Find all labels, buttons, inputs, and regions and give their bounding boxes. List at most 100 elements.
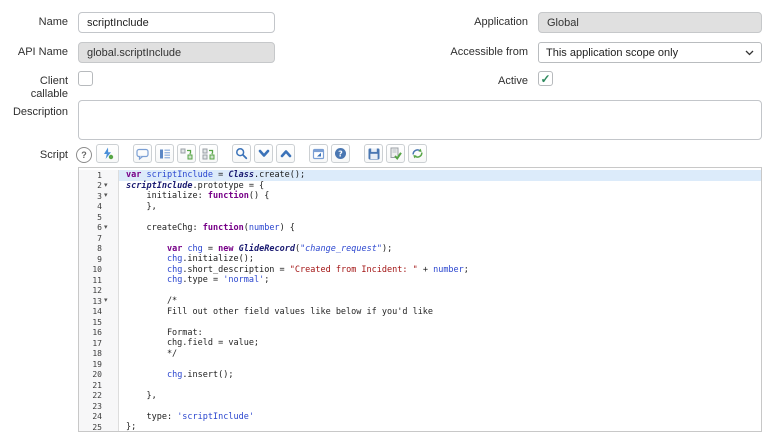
line-number: 21 (79, 381, 102, 390)
format-code-button[interactable] (155, 144, 174, 163)
toggle-comment-button[interactable] (133, 144, 152, 163)
fold-toggle-icon[interactable]: ▾ (102, 223, 117, 234)
code-token: Fill out other field values like below i… (126, 307, 433, 317)
code-line[interactable]: createChg: function(number) { (119, 223, 761, 234)
code-token (126, 265, 167, 275)
code-line[interactable]: /* (119, 296, 761, 307)
editor-help-button[interactable]: ? (331, 144, 350, 163)
toolbar-group (232, 144, 298, 163)
code-row: 6▾ createChg: function(number) { (79, 223, 761, 234)
syntax-check-button[interactable] (386, 144, 405, 163)
gutter: 20 (79, 370, 119, 381)
line-number: 8 (79, 244, 102, 253)
code-line[interactable]: */ (119, 349, 761, 360)
help-filled-icon: ? (334, 147, 347, 160)
gutter: 9 (79, 254, 119, 265)
code-token: Class (228, 170, 254, 180)
open-in-window-button[interactable] (309, 144, 328, 163)
code-line[interactable]: chg.type = 'normal'; (119, 275, 761, 286)
script-sync-button[interactable] (408, 144, 427, 163)
code-token: = (203, 244, 218, 254)
replace-all-button[interactable] (199, 144, 218, 163)
line-number: 20 (79, 370, 102, 379)
fold-toggle-icon[interactable]: ▾ (102, 296, 117, 307)
application-input (538, 12, 762, 33)
code-line[interactable]: initialize: function() { (119, 191, 761, 202)
toolbar-group: ? (309, 144, 353, 163)
line-number: 2 (79, 181, 102, 190)
code-token: chg.field = value; (126, 338, 259, 348)
code-token: number (433, 265, 464, 275)
code-line[interactable] (119, 286, 761, 297)
code-line[interactable] (119, 401, 761, 412)
line-number: 11 (79, 276, 102, 285)
code-line[interactable]: chg.insert(); (119, 370, 761, 381)
code-line[interactable]: chg.field = value; (119, 338, 761, 349)
fold-toggle-icon[interactable]: ▾ (102, 191, 117, 202)
line-number: 25 (79, 423, 102, 432)
code-line[interactable] (119, 380, 761, 391)
name-input[interactable] (78, 12, 275, 33)
code-line[interactable]: chg.initialize(); (119, 254, 761, 265)
field-help-icon[interactable]: ? (76, 147, 92, 163)
code-token: chg (167, 370, 182, 380)
search-button[interactable] (232, 144, 251, 163)
code-line[interactable] (119, 233, 761, 244)
code-line[interactable]: }, (119, 391, 761, 402)
syntax-editor-toggle-button[interactable] (96, 144, 119, 163)
gutter: 4 (79, 202, 119, 213)
code-token: initialize: (126, 191, 208, 201)
code-line[interactable]: scriptInclude.prototype = { (119, 181, 761, 192)
gutter: 17 (79, 338, 119, 349)
code-token: ; (464, 265, 469, 275)
code-row: 3▾ initialize: function() { (79, 191, 761, 202)
code-token (126, 244, 167, 254)
line-number: 7 (79, 234, 102, 243)
code-row: 22 }, (79, 391, 761, 402)
active-checkbox[interactable]: ✓ (538, 71, 553, 86)
code-line[interactable]: Fill out other field values like below i… (119, 307, 761, 318)
script-editor-toolbar: ? (96, 144, 441, 163)
client-callable-checkbox[interactable] (78, 71, 93, 86)
code-token: function (208, 191, 249, 201)
code-token: scriptInclude (146, 170, 213, 180)
api-name-input (78, 42, 275, 63)
code-line[interactable]: chg.short_description = "Created from In… (119, 265, 761, 276)
code-line[interactable]: type: 'scriptInclude' (119, 412, 761, 423)
code-token: }; (126, 422, 136, 432)
gutter: 11 (79, 275, 119, 286)
gutter: 24 (79, 412, 119, 423)
application-label: Application (398, 16, 528, 29)
find-next-button[interactable] (254, 144, 273, 163)
code-row: 11 chg.type = 'normal'; (79, 275, 761, 286)
code-line[interactable]: var chg = new GlideRecord("change_reques… (119, 244, 761, 255)
replace-button[interactable] (177, 144, 196, 163)
replace-icon (180, 148, 193, 160)
code-token: .type = (182, 275, 223, 285)
description-input[interactable] (78, 100, 762, 140)
code-token: }, (126, 391, 157, 401)
code-line[interactable] (119, 317, 761, 328)
code-line[interactable]: }; (119, 422, 761, 432)
code-token: function (203, 223, 244, 233)
accessible-from-select[interactable]: This application scope only (538, 42, 762, 63)
line-number: 19 (79, 360, 102, 369)
save-icon (368, 148, 380, 160)
search-icon (235, 147, 248, 160)
code-line[interactable]: }, (119, 202, 761, 213)
code-token: number (249, 223, 280, 233)
code-line[interactable]: Format: (119, 328, 761, 339)
save-button[interactable] (364, 144, 383, 163)
code-line[interactable] (119, 212, 761, 223)
code-token: var (126, 170, 141, 180)
gutter: 23 (79, 401, 119, 412)
code-row: 21 (79, 380, 761, 391)
code-line[interactable] (119, 359, 761, 370)
find-previous-button[interactable] (276, 144, 295, 163)
gutter: 8 (79, 244, 119, 255)
gutter: 1 (79, 170, 119, 181)
line-number: 3 (79, 192, 102, 201)
fold-toggle-icon[interactable]: ▾ (102, 181, 117, 192)
code-line[interactable]: var scriptInclude = Class.create(); (119, 170, 761, 181)
script-code-editor[interactable]: 1var scriptInclude = Class.create();2▾sc… (78, 167, 762, 432)
